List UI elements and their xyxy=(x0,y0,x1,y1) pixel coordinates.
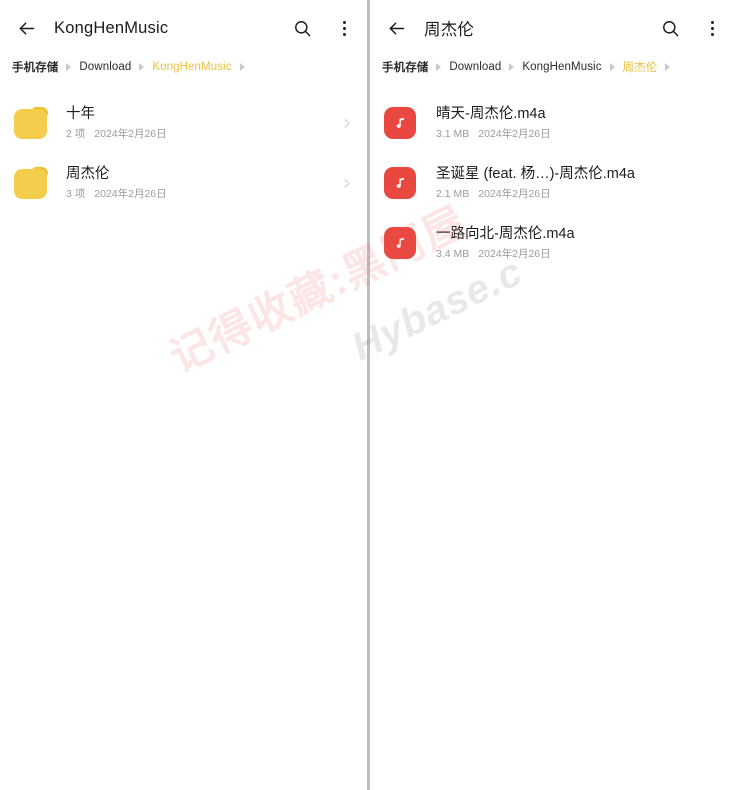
list-item-text: 晴天-周杰伦.m4a 3.1 MB 2024年2月26日 xyxy=(436,105,723,142)
list-item-size: 2.1 MB xyxy=(436,187,470,200)
right-app-bar: 周杰伦 xyxy=(370,0,735,56)
music-note-icon xyxy=(384,107,418,139)
list-item-meta: 3.4 MB 2024年2月26日 xyxy=(436,246,723,262)
kebab-dot xyxy=(342,26,346,30)
list-item-name: 周杰伦 xyxy=(66,165,110,182)
list-item-count: 2 项 xyxy=(66,127,86,140)
list-item-meta: 3.1 MB 2024年2月26日 xyxy=(436,126,723,142)
page-title: 周杰伦 xyxy=(424,21,475,39)
folder-icon xyxy=(14,107,48,139)
kebab-dot xyxy=(342,20,346,24)
list-item-text: 一路向北-周杰伦.m4a 3.4 MB 2024年2月26日 xyxy=(436,225,723,262)
breadcrumb-item-download[interactable]: Download xyxy=(79,61,131,73)
kebab-dot xyxy=(710,26,714,30)
breadcrumb-separator-icon xyxy=(66,63,72,71)
list-item-date: 2024年2月26日 xyxy=(94,187,167,200)
search-icon[interactable] xyxy=(289,15,315,41)
more-options-icon[interactable] xyxy=(702,17,722,39)
list-item-size: 3.4 MB xyxy=(436,247,470,260)
music-note-icon xyxy=(384,167,418,199)
right-file-list: 晴天-周杰伦.m4a 3.1 MB 2024年2月26日 圣诞星 (feat. 杨… xyxy=(370,80,735,272)
list-item-date: 2024年2月26日 xyxy=(94,127,167,140)
list-item-meta: 3 项 2024年2月26日 xyxy=(66,186,337,202)
folder-icon-body xyxy=(14,169,47,199)
breadcrumb-separator-icon xyxy=(239,63,245,71)
back-arrow-icon[interactable] xyxy=(11,13,41,43)
list-item-text: 周杰伦 3 项 2024年2月26日 xyxy=(66,165,337,202)
dual-pane-file-manager: KongHenMusic 手机存储 Download KongHenMusic … xyxy=(0,0,735,790)
music-note-icon xyxy=(384,227,418,259)
music-icon-body xyxy=(384,167,416,199)
list-item-date: 2024年2月26日 xyxy=(478,247,551,260)
list-item-text: 圣诞星 (feat. 杨…)-周杰伦.m4a 2.1 MB 2024年2月26日 xyxy=(436,165,723,202)
right-breadcrumb: 手机存储 Download KongHenMusic 周杰伦 xyxy=(370,54,735,80)
breadcrumb-item-konghenmusic[interactable]: KongHenMusic xyxy=(522,61,601,73)
list-item-meta: 2 项 2024年2月26日 xyxy=(66,126,337,142)
left-breadcrumb: 手机存储 Download KongHenMusic xyxy=(0,54,367,80)
list-item-name: 十年 xyxy=(66,105,95,122)
left-appbar-actions xyxy=(289,15,354,41)
chevron-right-icon[interactable] xyxy=(337,114,355,132)
right-appbar-actions xyxy=(657,15,722,41)
left-file-browser-panel: KongHenMusic 手机存储 Download KongHenMusic … xyxy=(0,0,367,790)
left-app-bar: KongHenMusic xyxy=(0,0,367,56)
list-item[interactable]: 圣诞星 (feat. 杨…)-周杰伦.m4a 2.1 MB 2024年2月26日 xyxy=(370,154,735,212)
list-item-count: 3 项 xyxy=(66,187,86,200)
folder-icon-body xyxy=(14,109,47,139)
list-item[interactable]: 一路向北-周杰伦.m4a 3.4 MB 2024年2月26日 xyxy=(370,214,735,272)
breadcrumb-item-root[interactable]: 手机存储 xyxy=(12,59,58,75)
kebab-dot xyxy=(710,32,714,36)
left-folder-list: 十年 2 项 2024年2月26日 周杰伦 3 项 2024年2月26日 xyxy=(0,80,367,212)
list-item-name: 一路向北-周杰伦.m4a xyxy=(436,225,575,242)
breadcrumb-item-current[interactable]: 周杰伦 xyxy=(623,59,658,75)
folder-icon xyxy=(14,167,48,199)
list-item-name: 晴天-周杰伦.m4a xyxy=(436,105,546,122)
breadcrumb-item-root[interactable]: 手机存储 xyxy=(382,59,428,75)
list-item[interactable]: 晴天-周杰伦.m4a 3.1 MB 2024年2月26日 xyxy=(370,94,735,152)
breadcrumb-separator-icon xyxy=(139,63,145,71)
list-item[interactable]: 十年 2 项 2024年2月26日 xyxy=(0,94,367,152)
breadcrumb-separator-icon xyxy=(509,63,515,71)
kebab-dot xyxy=(342,32,346,36)
breadcrumb-item-download[interactable]: Download xyxy=(449,61,501,73)
breadcrumb-separator-icon xyxy=(436,63,442,71)
kebab-dot xyxy=(710,20,714,24)
list-item-date: 2024年2月26日 xyxy=(478,127,551,140)
music-icon-body xyxy=(384,107,416,139)
back-arrow-icon[interactable] xyxy=(381,13,411,43)
page-title: KongHenMusic xyxy=(54,18,169,37)
list-item-name: 圣诞星 (feat. 杨…)-周杰伦.m4a xyxy=(436,165,635,182)
breadcrumb-item-current[interactable]: KongHenMusic xyxy=(152,61,231,73)
search-icon[interactable] xyxy=(657,15,683,41)
music-icon-body xyxy=(384,227,416,259)
breadcrumb-separator-icon xyxy=(665,63,671,71)
chevron-right-icon[interactable] xyxy=(337,174,355,192)
list-item-text: 十年 2 项 2024年2月26日 xyxy=(66,105,337,142)
list-item[interactable]: 周杰伦 3 项 2024年2月26日 xyxy=(0,154,367,212)
list-item-date: 2024年2月26日 xyxy=(478,187,551,200)
list-item-size: 3.1 MB xyxy=(436,127,470,140)
more-options-icon[interactable] xyxy=(334,17,354,39)
list-item-meta: 2.1 MB 2024年2月26日 xyxy=(436,186,723,202)
breadcrumb-separator-icon xyxy=(609,63,615,71)
right-file-browser-panel: 周杰伦 手机存储 Download KongHenMusic 周杰伦 晴天-周杰… xyxy=(370,0,735,790)
